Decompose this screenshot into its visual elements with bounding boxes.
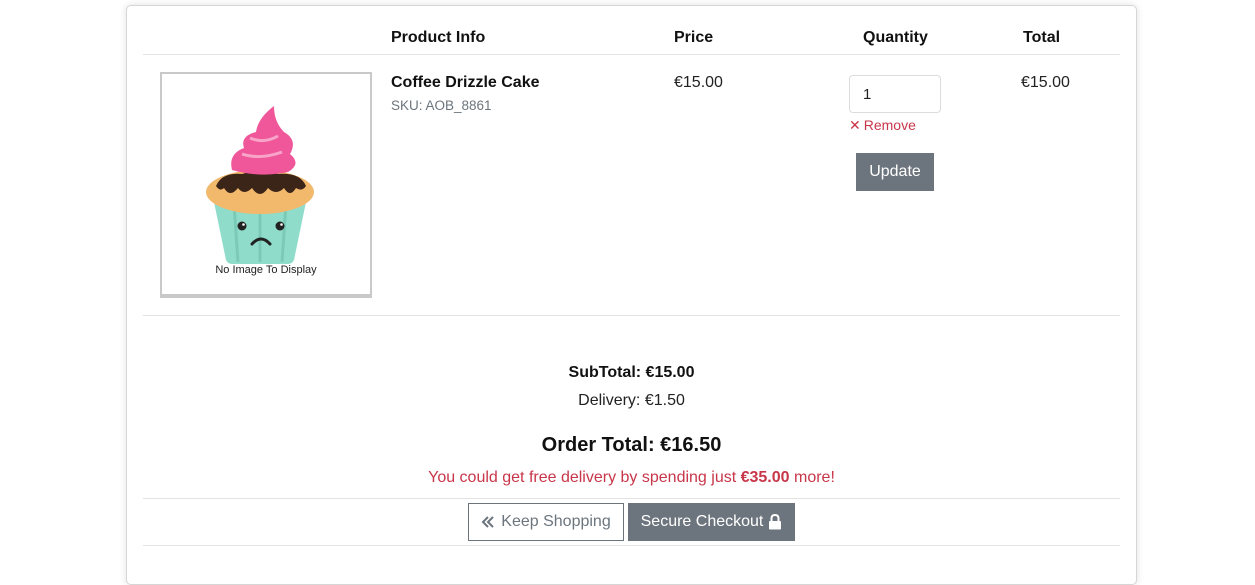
update-button[interactable]: Update bbox=[856, 153, 934, 191]
quantity-input[interactable] bbox=[849, 75, 941, 113]
free-delivery-suffix: more! bbox=[789, 469, 835, 486]
line-total: €15.00 bbox=[1021, 74, 1070, 91]
order-total: Order Total: €16.50 bbox=[541, 434, 722, 456]
product-price: €15.00 bbox=[674, 74, 723, 91]
footer-divider bbox=[143, 545, 1120, 546]
header-total: Total bbox=[1023, 29, 1061, 46]
keep-shopping-button[interactable]: Keep Shopping bbox=[468, 503, 624, 541]
header-quantity: Quantity bbox=[863, 29, 928, 46]
remove-label: Remove bbox=[863, 117, 916, 133]
free-delivery-amount: €35.00 bbox=[740, 469, 790, 486]
header-divider bbox=[143, 54, 1120, 55]
product-name: Coffee Drizzle Cake bbox=[391, 74, 540, 91]
header-product-info: Product Info bbox=[391, 29, 486, 46]
close-icon: ✕ bbox=[849, 117, 861, 133]
no-image-caption: No Image To Display bbox=[215, 264, 317, 276]
delivery-cost: Delivery: €1.50 bbox=[578, 392, 685, 409]
product-sku: SKU: AOB_8861 bbox=[391, 98, 492, 113]
cupcake-icon bbox=[206, 106, 314, 264]
secure-checkout-label: Secure Checkout bbox=[640, 513, 764, 530]
keep-shopping-label: Keep Shopping bbox=[501, 513, 611, 530]
item-divider bbox=[143, 315, 1120, 316]
subtotal: SubTotal: €15.00 bbox=[568, 364, 695, 381]
remove-link[interactable]: ✕ Remove bbox=[849, 117, 916, 134]
free-delivery-prefix: You could get free delivery by spending … bbox=[428, 469, 741, 486]
cart-card: Product Info Price Quantity Total No Ima… bbox=[126, 5, 1137, 585]
header-price: Price bbox=[674, 29, 714, 46]
secure-checkout-button[interactable]: Secure Checkout bbox=[628, 503, 795, 541]
double-chevron-left-icon bbox=[481, 516, 494, 528]
summary-divider bbox=[143, 498, 1120, 499]
free-delivery-notice: You could get free delivery by spending … bbox=[127, 469, 1136, 487]
lock-icon bbox=[769, 514, 782, 530]
product-image: No Image To Display bbox=[160, 72, 372, 298]
